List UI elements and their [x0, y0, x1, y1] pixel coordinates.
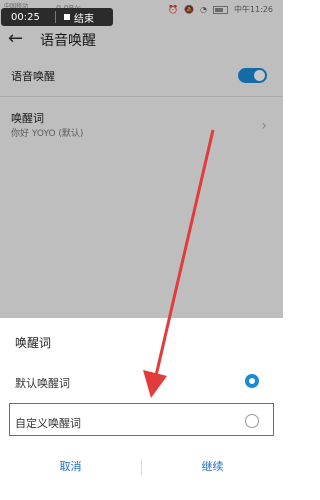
recorder-divider	[55, 11, 56, 23]
continue-button[interactable]: 继续	[142, 450, 283, 484]
radio-selected-icon[interactable]	[245, 374, 259, 388]
dialog-button-row: 取消 继续	[0, 450, 283, 484]
option-default-wake-word[interactable]: 默认唤醒词	[0, 363, 283, 401]
stop-icon[interactable]	[64, 14, 70, 20]
screen: 中国移动 0.0B/s ⏰ 🔕 ◔ 中午11:26 00:25 结束 ← 语音唤…	[0, 0, 283, 500]
recorder-end-button[interactable]: 结束	[74, 10, 94, 25]
screen-recorder-pill[interactable]: 00:25 结束	[1, 8, 113, 26]
recorder-elapsed: 00:25	[11, 11, 40, 23]
cancel-button[interactable]: 取消	[0, 450, 141, 484]
annotation-highlight-box	[9, 403, 274, 436]
option-label: 默认唤醒词	[15, 377, 70, 390]
dialog-title: 唤醒词	[15, 336, 52, 350]
